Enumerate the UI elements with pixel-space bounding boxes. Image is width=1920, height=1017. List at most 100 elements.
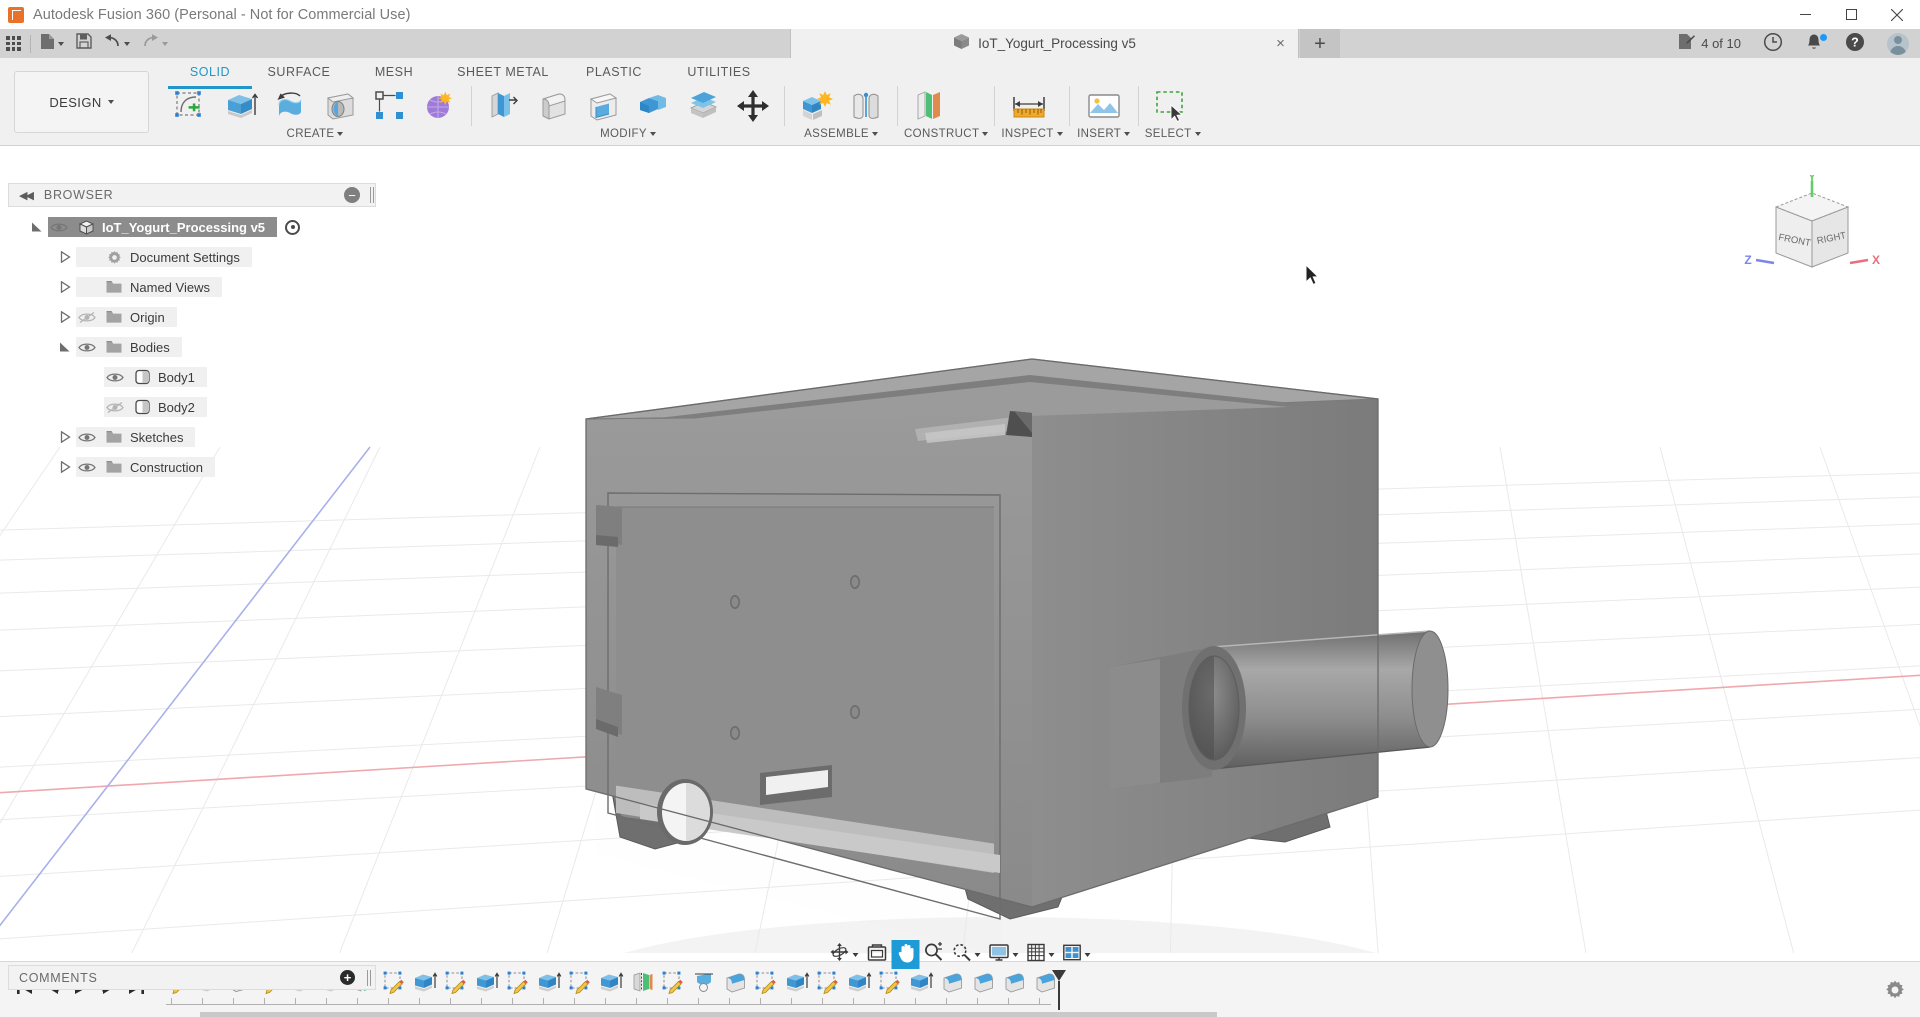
group-label-modify[interactable]: MODIFY (478, 128, 778, 140)
document-tab[interactable]: IoT_Yogurt_Processing v5 × (790, 29, 1299, 58)
measure-button[interactable] (1001, 83, 1057, 129)
maximize-button[interactable] (1828, 0, 1874, 29)
account-button[interactable] (1876, 29, 1920, 58)
hole-button[interactable] (315, 83, 365, 129)
grid-snaps[interactable] (1023, 940, 1059, 969)
timeline-settings-button[interactable] (1884, 979, 1906, 1001)
sketch-feature[interactable] (875, 968, 906, 1002)
browser-tree-item[interactable]: Body2 (8, 392, 378, 422)
browser-item-row[interactable]: Origin (76, 307, 177, 327)
insert-canvas-button[interactable] (1076, 83, 1132, 129)
expand-triangle-icon[interactable] (54, 251, 76, 263)
new-component-button[interactable] (791, 83, 841, 129)
fillet-feature[interactable] (999, 968, 1030, 1002)
tab-solid[interactable]: SOLID (168, 60, 252, 84)
timeline-scrollbar[interactable] (200, 1012, 1840, 1017)
comments-panel[interactable]: COMMENTS + (8, 965, 376, 990)
sketch-feature[interactable] (503, 968, 534, 1002)
extrude-feature[interactable] (472, 968, 503, 1002)
new-document-button[interactable] (34, 29, 70, 58)
collapse-triangle-icon[interactable] (26, 221, 48, 233)
fillet-feature[interactable] (937, 968, 968, 1002)
job-status-button[interactable]: 4 of 10 (1666, 29, 1752, 58)
fit-tool[interactable] (948, 940, 985, 969)
workspace-switcher[interactable]: DESIGN (14, 71, 149, 133)
expand-triangle-icon[interactable] (54, 461, 76, 473)
browser-item-row[interactable]: IoT_Yogurt_Processing v5 (48, 217, 277, 237)
look-at-tool[interactable] (863, 940, 892, 969)
browser-item-row[interactable]: Body1 (104, 367, 207, 387)
revolve-feature[interactable] (689, 968, 720, 1002)
browser-item-row[interactable]: Named Views (76, 277, 222, 297)
expand-triangle-icon[interactable] (54, 281, 76, 293)
eye-visible-icon[interactable] (76, 461, 98, 474)
collapse-triangle-icon[interactable] (54, 341, 76, 353)
browser-tree-item[interactable]: Named Views (8, 272, 378, 302)
save-button[interactable] (70, 29, 98, 58)
press-pull-button[interactable] (478, 83, 528, 129)
sketch-feature[interactable] (751, 968, 782, 1002)
notifications-button[interactable] (1794, 29, 1834, 58)
extrude-feature[interactable] (410, 968, 441, 1002)
fillet-feature[interactable] (720, 968, 751, 1002)
sketch-feature[interactable] (658, 968, 689, 1002)
browser-item-row[interactable]: Body2 (104, 397, 207, 417)
help-button[interactable]: ? (1834, 29, 1876, 58)
sketch-feature[interactable] (565, 968, 596, 1002)
viewports[interactable] (1059, 940, 1095, 969)
extrude-feature[interactable] (844, 968, 875, 1002)
group-label-assemble[interactable]: ASSEMBLE (791, 128, 891, 140)
offset-face-button[interactable] (678, 83, 728, 129)
group-label-inspect[interactable]: INSPECT (1001, 128, 1062, 140)
mirror-feature[interactable] (627, 968, 658, 1002)
offset-plane-button[interactable] (904, 83, 954, 129)
create-sketch-button[interactable] (165, 83, 215, 129)
fillet-feature[interactable] (968, 968, 999, 1002)
browser-item-row[interactable]: Document Settings (76, 247, 252, 267)
browser-tree-item[interactable]: Origin (8, 302, 378, 332)
eye-hidden-icon[interactable] (104, 401, 126, 414)
extrude-feature[interactable] (782, 968, 813, 1002)
fillet-feature[interactable] (1030, 968, 1061, 1002)
activate-component-button[interactable] (285, 220, 300, 235)
browser-tree-item[interactable]: IoT_Yogurt_Processing v5 (8, 212, 378, 242)
zoom-tool[interactable] (920, 940, 948, 969)
minimize-button[interactable] (1782, 0, 1828, 29)
timeline-track[interactable] (162, 968, 1920, 1012)
revolve-button[interactable] (265, 83, 315, 129)
browser-item-row[interactable]: Bodies (76, 337, 182, 357)
undo-button[interactable] (98, 29, 136, 58)
select-window-button[interactable] (1145, 83, 1201, 129)
expand-triangle-icon[interactable] (54, 431, 76, 443)
app-grid-button[interactable] (0, 29, 27, 58)
sketch-feature[interactable] (379, 968, 410, 1002)
browser-tree-item[interactable]: Bodies (8, 332, 378, 362)
eye-visible-icon[interactable] (104, 371, 126, 384)
extrude-feature[interactable] (534, 968, 565, 1002)
panel-resize-grip[interactable] (370, 187, 374, 203)
eye-hidden-icon[interactable] (76, 311, 98, 324)
plus-circle-icon[interactable]: + (340, 970, 355, 985)
combine-button[interactable] (628, 83, 678, 129)
sketch-feature[interactable] (813, 968, 844, 1002)
eye-visible-icon[interactable] (76, 431, 98, 444)
tab-utilities[interactable]: UTILITIES (664, 60, 774, 84)
shell-button[interactable] (578, 83, 628, 129)
eye-visible-icon[interactable] (76, 341, 98, 354)
tab-sheet-metal[interactable]: SHEET METAL (442, 60, 564, 84)
close-tab-button[interactable]: × (1273, 36, 1288, 51)
group-label-insert[interactable]: INSERT (1076, 128, 1132, 140)
eye-visible-icon[interactable] (48, 221, 70, 234)
expand-triangle-icon[interactable] (54, 311, 76, 323)
joint-button[interactable] (841, 83, 891, 129)
collapse-left-icon[interactable]: ◀◀ (19, 189, 32, 202)
tab-plastic[interactable]: PLASTIC (564, 60, 664, 84)
extrude-feature[interactable] (596, 968, 627, 1002)
browser-tree-item[interactable]: Construction (8, 452, 378, 482)
move-copy-button[interactable] (728, 83, 778, 129)
group-label-create[interactable]: CREATE (165, 128, 465, 140)
view-cube[interactable]: FRONT RIGHT Y X Z (1740, 175, 1880, 295)
extrude-button[interactable] (215, 83, 265, 129)
browser-tree-item[interactable]: Document Settings (8, 242, 378, 272)
panel-resize-grip[interactable] (367, 970, 371, 986)
